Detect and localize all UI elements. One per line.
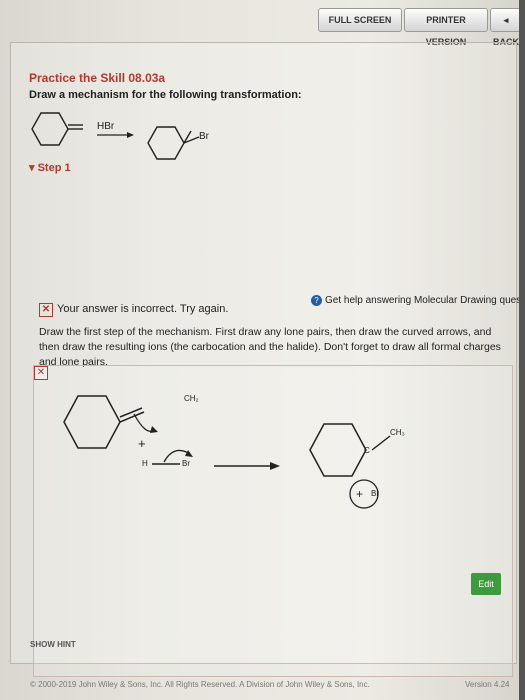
step-1-toggle[interactable]: ▾ Step 1	[29, 161, 71, 174]
alkene-double-bond	[119, 411, 145, 423]
bromide-label: Br	[371, 489, 379, 498]
hbr-h-label: H	[142, 459, 148, 468]
ion-plus-sign: +	[356, 487, 364, 501]
alkene-ring	[63, 395, 121, 449]
cation-methyl-bond	[371, 435, 391, 451]
back-button[interactable]: ◂ BACK	[490, 8, 522, 47]
top-toolbar: FULL SCREEN PRINTER VERSION ◂ BACK	[0, 0, 525, 47]
step-instructions: Draw the first step of the mechanism. Fi…	[39, 326, 501, 368]
reaction-arrow-head	[127, 132, 134, 138]
alkene-double-bond-2	[119, 407, 143, 418]
forward-arrow-head	[270, 462, 280, 470]
cation-c-label: C	[364, 446, 370, 455]
question-mark-icon: ?	[311, 295, 322, 306]
right-edge-bar	[519, 0, 525, 700]
hbr-br-label: Br	[182, 459, 190, 468]
ch3-label: CH₃	[390, 428, 405, 437]
question-title: Practice the Skill 08.03a	[29, 71, 166, 85]
printer-version-button[interactable]: PRINTER VERSION	[404, 8, 488, 47]
full-screen-button[interactable]: FULL SCREEN	[318, 8, 402, 32]
version-label: Version 4.24	[465, 680, 510, 689]
product-ring	[147, 126, 185, 160]
plus-sign: +	[138, 436, 146, 451]
help-link-text: Get help answering Molecular Drawing que…	[325, 295, 525, 306]
incorrect-x-icon: ✕	[39, 303, 53, 317]
question-panel: Practice the Skill 08.03a Draw a mechani…	[10, 42, 525, 677]
copyright-footer: © 2000-2019 John Wiley & Sons, Inc. All …	[30, 680, 370, 689]
mechanism-drawing	[63, 395, 391, 509]
question-prompt: Draw a mechanism for the following trans…	[29, 89, 302, 101]
help-link[interactable]: ? Get help answering Molecular Drawing qu…	[311, 295, 525, 306]
show-hint-link[interactable]: SHOW HINT	[30, 640, 76, 649]
incorrect-feedback: ✕ Your answer is incorrect. Try again.	[39, 303, 228, 317]
curved-arrow-hbr-head	[185, 450, 193, 457]
curved-arrow-pi-head	[150, 426, 158, 433]
product-br-label: Br	[199, 131, 209, 142]
incorrect-text: Your answer is incorrect. Try again.	[57, 303, 229, 315]
screen: FULL SCREEN PRINTER VERSION ◂ BACK Pract…	[0, 0, 525, 700]
edit-button[interactable]: Edit	[471, 573, 501, 595]
reactant-ring	[31, 112, 69, 146]
curved-arrow-pi	[133, 413, 155, 432]
drawing-canvas[interactable]: ✕ CH₂ + H Br C CH₃ + Br	[33, 365, 513, 677]
reagent-label: HBr	[97, 121, 115, 132]
cation-ring	[309, 423, 367, 477]
ch2-label: CH₂	[184, 394, 199, 403]
